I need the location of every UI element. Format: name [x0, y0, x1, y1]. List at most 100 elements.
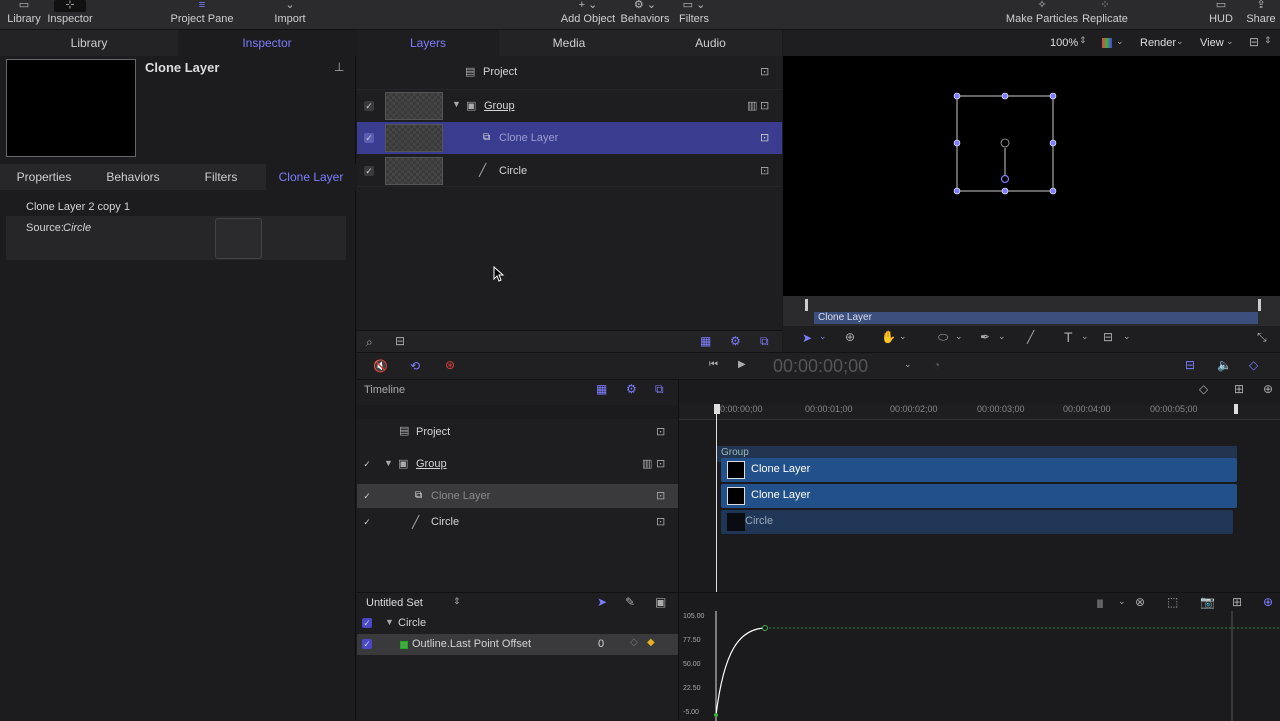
- lock-icon[interactable]: ⊡: [760, 99, 769, 112]
- lock-icon[interactable]: ⊡: [656, 457, 665, 470]
- timeline-toggle-icon[interactable]: ⊟: [1185, 358, 1195, 372]
- snapping-icon[interactable]: ⊞: [1234, 382, 1244, 396]
- lock-icon[interactable]: ⊡: [656, 515, 665, 528]
- chevron-down-icon[interactable]: ⌄: [955, 331, 963, 342]
- chevron-down-icon[interactable]: ⌄: [904, 359, 912, 370]
- layer-row-project[interactable]: ▤ Project ⊡: [357, 56, 782, 88]
- source-well[interactable]: [215, 218, 262, 259]
- lock-icon[interactable]: ⊡: [760, 131, 769, 144]
- timing-icon[interactable]: ◔: [933, 358, 940, 372]
- subtab-properties[interactable]: Properties: [0, 164, 88, 190]
- disclosure-triangle-icon[interactable]: ▼: [384, 458, 393, 468]
- lock-icon[interactable]: ⊡: [656, 489, 665, 502]
- mini-timeline-bar[interactable]: Clone Layer: [814, 312, 1258, 324]
- show-filters-icon[interactable]: ⧉: [655, 382, 664, 397]
- keyframe-diamond-icon[interactable]: ◆: [647, 637, 655, 648]
- zoom-icon[interactable]: ⊕: [1263, 382, 1273, 396]
- mini-timeline[interactable]: Clone Layer: [783, 296, 1280, 326]
- mute-icon[interactable]: 🔇: [373, 359, 388, 373]
- lock-icon[interactable]: ⊡: [760, 164, 769, 177]
- zoom-icon[interactable]: ⊕: [1263, 595, 1273, 609]
- show-filters-icon[interactable]: ⧉: [760, 334, 769, 349]
- chevron-down-icon[interactable]: ⌄: [1081, 331, 1089, 342]
- timeline-row-project[interactable]: ▤ Project ⊡: [357, 419, 678, 445]
- group-mode-icon[interactable]: ▥: [747, 99, 757, 112]
- color-channels-icon[interactable]: [1102, 38, 1112, 48]
- filters-button[interactable]: ▭ ⌄ Filters: [676, 0, 712, 30]
- snapping-icon[interactable]: ⊞: [1232, 595, 1242, 609]
- text-tool-icon[interactable]: T: [1064, 329, 1073, 345]
- layer-row-circle[interactable]: ✓ ╱ Circle ⊡: [357, 155, 782, 187]
- hand-icon[interactable]: ✋: [881, 330, 896, 344]
- hud-button[interactable]: ▭ HUD: [1206, 0, 1236, 30]
- replicate-button[interactable]: ⁘ Replicate: [1080, 0, 1130, 30]
- tab-layers[interactable]: Layers: [357, 30, 499, 56]
- loop-icon[interactable]: ⟲: [410, 359, 420, 373]
- stepper-icon[interactable]: ⇕: [453, 596, 461, 607]
- subtab-filters[interactable]: Filters: [178, 164, 264, 190]
- visibility-checkbox[interactable]: ✓: [364, 101, 374, 111]
- timeline-row-clone-layer[interactable]: ✓ ⧉ Clone Layer ⊡: [357, 484, 678, 508]
- expand-icon[interactable]: ⤡: [1257, 330, 1267, 345]
- disclosure-triangle-icon[interactable]: ▼: [385, 617, 394, 627]
- layer-row-clone-layer[interactable]: ✓ ⧉ Clone Layer ⊡: [357, 122, 782, 154]
- library-button[interactable]: ▭ Library: [4, 0, 44, 30]
- keyframe-graph[interactable]: 𝍫 ⌄ ⊗ ⬚ 📷 ⊞ ⊕ 105.00 77.50 50.00 22.50 -…: [678, 592, 1280, 721]
- import-button[interactable]: ⌄ Import: [270, 0, 310, 30]
- render-menu[interactable]: Render: [1140, 37, 1176, 49]
- timeline-row-group[interactable]: ✓ ▼ ▣ Group ▥ ⊡: [357, 451, 678, 477]
- select-arrow-icon[interactable]: ➤: [597, 595, 607, 609]
- keyframe-editor-toggle-icon[interactable]: ◇: [1249, 358, 1258, 372]
- mask-icon[interactable]: ⊟: [1103, 330, 1113, 344]
- keyframe-nav-icon[interactable]: ◇: [1199, 382, 1208, 396]
- inspector-button[interactable]: ⊹ Inspector: [46, 0, 94, 30]
- snapshot-camera-icon[interactable]: 📷: [1200, 595, 1215, 609]
- visibility-checkbox[interactable]: ✓: [364, 133, 374, 143]
- chevron-down-icon[interactable]: ⌄: [1226, 36, 1234, 47]
- tab-audio[interactable]: Audio: [639, 30, 782, 56]
- fit-curves-icon[interactable]: ⬚: [1167, 595, 1178, 609]
- timecode-display[interactable]: 00:00:00;00: [773, 356, 868, 377]
- subtab-behaviors[interactable]: Behaviors: [88, 164, 178, 190]
- chevron-down-icon[interactable]: ⌄: [899, 331, 907, 342]
- chevron-down-icon[interactable]: ⌄: [1123, 331, 1131, 342]
- chevron-down-icon[interactable]: ⌄: [1116, 36, 1124, 47]
- timeline-row-circle[interactable]: ✓ ╱ Circle ⊡: [357, 510, 678, 534]
- show-behaviors-icon[interactable]: ⚙: [730, 334, 741, 348]
- zoom-level[interactable]: 100%: [1050, 37, 1078, 49]
- visibility-checkbox[interactable]: ✓: [362, 517, 372, 527]
- ellipse-icon[interactable]: ⬭: [938, 330, 948, 345]
- keyframe-nav-icon[interactable]: ◇: [630, 637, 638, 648]
- visibility-checkbox[interactable]: ✓: [364, 166, 374, 176]
- chevron-down-icon[interactable]: ⌄: [1176, 36, 1184, 47]
- pin-icon[interactable]: ⊥: [334, 60, 344, 74]
- view-menu[interactable]: View: [1200, 37, 1224, 49]
- curve-color-swatch[interactable]: [400, 641, 408, 649]
- add-object-button[interactable]: + ⌄ Add Object: [560, 0, 616, 30]
- clone-layer-bar[interactable]: Clone Layer: [721, 484, 1237, 508]
- layer-row-group[interactable]: ✓ ▼ ▣ Group ▥ ⊡: [357, 89, 782, 121]
- stepper-icon[interactable]: ⇕: [1079, 35, 1087, 46]
- paint-stroke-icon[interactable]: ╱: [1027, 330, 1034, 344]
- lock-icon[interactable]: ⊡: [656, 425, 665, 438]
- parameter-set-menu[interactable]: Untitled Set: [366, 597, 423, 609]
- audio-icon[interactable]: 🔈: [1217, 358, 1232, 372]
- record-icon[interactable]: ⊛: [445, 358, 455, 372]
- visibility-checkbox[interactable]: ✓: [362, 491, 372, 501]
- out-point-marker[interactable]: [1258, 299, 1261, 311]
- layout-icon[interactable]: ⊟: [1249, 35, 1259, 49]
- show-layers-icon[interactable]: ▦: [700, 334, 711, 348]
- out-point-marker[interactable]: [1234, 404, 1238, 414]
- clone-layer-bar[interactable]: Clone Layer: [721, 458, 1237, 482]
- anchor-icon[interactable]: ⊕: [845, 330, 855, 344]
- tab-media[interactable]: Media: [499, 30, 639, 56]
- layer-options-icon[interactable]: ⊟: [395, 334, 405, 348]
- visibility-checkbox[interactable]: ✓: [362, 459, 372, 469]
- transform-box-icon[interactable]: ▣: [655, 595, 666, 609]
- go-to-start-icon[interactable]: ⏮: [709, 359, 718, 370]
- group-checkbox[interactable]: ✓: [362, 618, 372, 628]
- timeline-track-area[interactable]: ◇ ⊞ ⊕ 00:00:00;00 00:00:01;00 00:00:02;0…: [678, 380, 1280, 592]
- chevron-down-icon[interactable]: ⌄: [819, 331, 827, 342]
- tab-library[interactable]: Library: [0, 30, 178, 56]
- chevron-down-icon[interactable]: ⌄: [998, 331, 1006, 342]
